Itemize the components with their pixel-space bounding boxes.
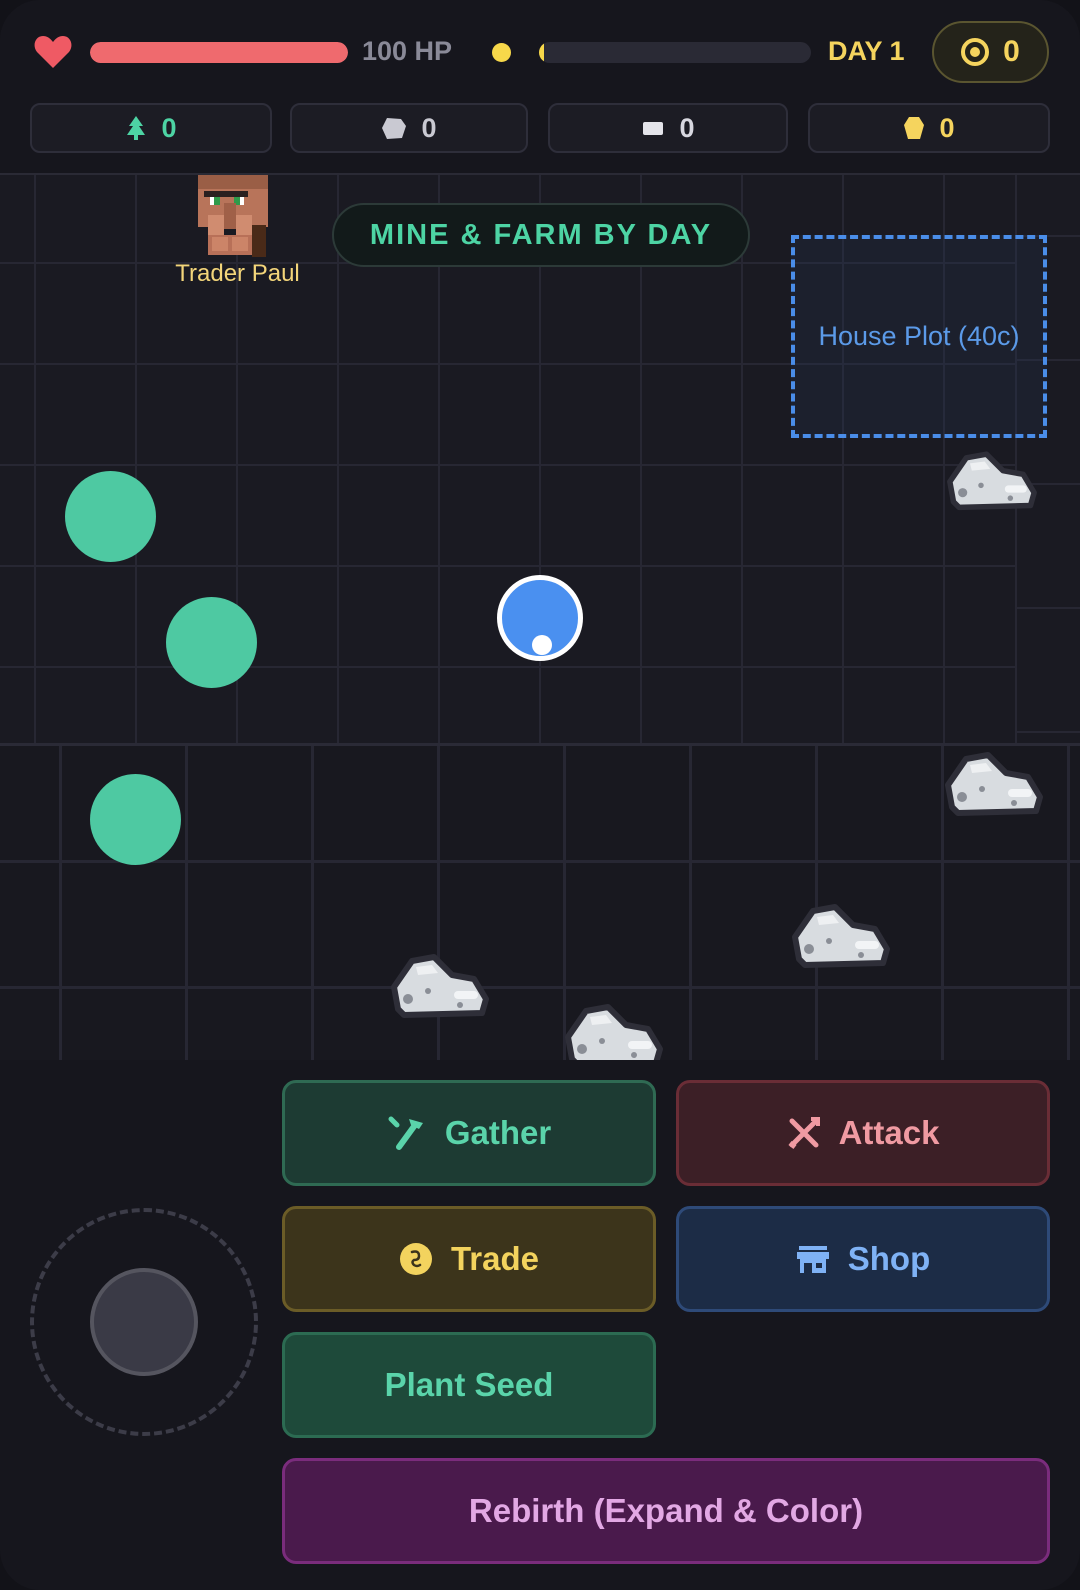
joystick-knob[interactable] [90, 1268, 198, 1376]
resource-gold-value: 0 [939, 112, 955, 143]
trade-button[interactable]: Trade [282, 1206, 656, 1312]
day-progress-fill [539, 42, 545, 63]
gather-button-label: Gather [444, 1114, 552, 1151]
iron-icon [643, 122, 664, 135]
game-world[interactable]: Trader Paul MINE & FARM BY DAY House Plo… [0, 175, 1080, 1060]
rock-node[interactable] [390, 947, 490, 1019]
trader-npc[interactable] [198, 175, 272, 260]
tree-node[interactable] [90, 774, 181, 865]
coin-value: 0 [1003, 35, 1020, 68]
pickaxe-icon [388, 1116, 423, 1150]
health-bar-fill [90, 42, 348, 63]
trader-name-label: Trader Paul [175, 260, 300, 287]
heart-icon [34, 36, 72, 68]
day-label: DAY 1 [828, 36, 905, 66]
resource-iron-value: 0 [679, 112, 695, 143]
health-label: 100 HP [362, 36, 453, 66]
trade-button-label: Trade [450, 1240, 540, 1277]
rock-node[interactable] [946, 445, 1038, 511]
crossed-swords-icon [788, 1117, 820, 1149]
rock-node[interactable] [791, 897, 891, 969]
resource-iron: 0 [548, 103, 788, 153]
plant-seed-button[interactable]: Plant Seed [282, 1332, 656, 1438]
attack-button-label: Attack [838, 1114, 940, 1151]
player-direction-dot [532, 635, 552, 655]
resource-stone: 0 [290, 103, 528, 153]
resource-wood-value: 0 [161, 112, 177, 143]
coin-exchange-icon [399, 1243, 432, 1275]
objective-banner: MINE & FARM BY DAY [332, 203, 750, 267]
house-plot[interactable]: House Plot (40c) [791, 235, 1047, 438]
rebirth-button-label: Rebirth (Expand & Color) [468, 1492, 864, 1529]
hud: 100 HP DAY 1 0 0 0 0 0 [0, 0, 1080, 175]
sun-icon [492, 43, 511, 62]
game-screen: 100 HP DAY 1 0 0 0 0 0 Trader Paul MINE … [0, 0, 1080, 1590]
rock-node[interactable] [564, 997, 664, 1060]
resource-wood: 0 [30, 103, 272, 153]
tree-icon [127, 116, 146, 140]
house-plot-label: House Plot (40c) [818, 321, 1020, 351]
stone-icon [382, 118, 407, 139]
resource-gold: 0 [808, 103, 1050, 153]
player-character [497, 575, 583, 661]
rebirth-button[interactable]: Rebirth (Expand & Color) [282, 1458, 1050, 1564]
day-progress-bar [539, 42, 811, 63]
shop-button[interactable]: Shop [676, 1206, 1050, 1312]
coin-counter: 0 [932, 21, 1049, 83]
plant-seed-button-label: Plant Seed [384, 1366, 554, 1403]
health-bar [90, 42, 348, 63]
resource-bar: 0 0 0 0 [30, 103, 1050, 153]
rock-node[interactable] [944, 745, 1044, 817]
tree-node[interactable] [65, 471, 156, 562]
shop-button-label: Shop [847, 1240, 931, 1277]
storefront-icon [796, 1246, 829, 1273]
resource-stone-value: 0 [421, 112, 437, 143]
coin-icon [961, 38, 990, 66]
gold-icon [904, 117, 925, 139]
tree-node[interactable] [166, 597, 257, 688]
gather-button[interactable]: Gather [282, 1080, 656, 1186]
attack-button[interactable]: Attack [676, 1080, 1050, 1186]
